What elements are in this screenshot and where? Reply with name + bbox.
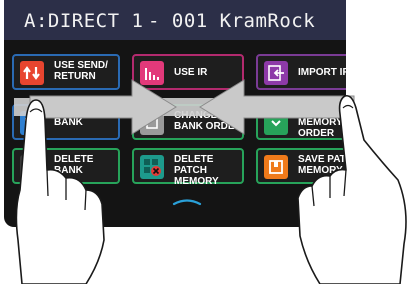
arrow-right-icon: [29, 79, 177, 135]
pinch-gesture-illustration: [14, 79, 407, 284]
right-hand-icon: [297, 94, 407, 284]
left-hand-icon: [15, 99, 105, 284]
arrow-left-icon: [199, 79, 355, 135]
